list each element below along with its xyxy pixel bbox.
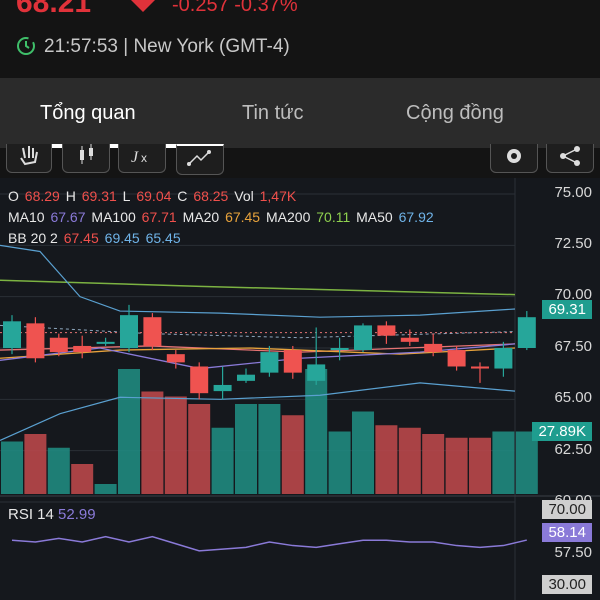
candle-body: [283, 350, 302, 373]
tab-news[interactable]: Tin tức: [242, 102, 304, 125]
bb-legend: BB 20 2 67.45 69.45 65.45: [8, 230, 181, 246]
axis-label-65: 65.00: [554, 389, 592, 406]
bb-mid-line: [0, 324, 516, 339]
volume-bar: [305, 369, 328, 494]
price-change: -0.257 -0.37%: [172, 0, 298, 16]
rsi-axis-57.5: 57.50: [554, 544, 592, 561]
rsi-axis-70: 70.00: [542, 500, 592, 519]
candle-body: [26, 323, 45, 359]
ma200-line: [0, 279, 516, 296]
rsi-legend: RSI 14 52.99: [8, 506, 96, 523]
tab-bar: Tổng quan Tin tức Cộng đồng: [0, 78, 600, 148]
rsi-badge: 58.14: [542, 523, 592, 542]
share-icon[interactable]: [546, 144, 594, 173]
bb-lower-line: [0, 382, 516, 441]
ohlc-legend: O 68.29 H 69.31 L 69.04 C 68.25 Vol 1,47…: [8, 188, 297, 204]
volume-bar: [235, 404, 257, 494]
candle-body: [166, 354, 185, 363]
candle-body: [213, 384, 232, 392]
volume-bar: [1, 441, 23, 494]
rsi-axis-30: 30.00: [542, 575, 592, 594]
volume-bar: [352, 411, 374, 494]
heart-icon[interactable]: [128, 0, 158, 14]
indicator-lines: [0, 244, 516, 441]
candle-body: [73, 345, 92, 353]
hand-icon[interactable]: [6, 144, 52, 173]
axis-label-62.5: 62.50: [554, 441, 592, 458]
axis-label-72.5: 72.50: [554, 235, 592, 252]
rsi-line: [11, 535, 527, 552]
volume-bar: [118, 369, 140, 494]
svg-text:J: J: [131, 149, 139, 166]
axis-label-75: 75.00: [554, 184, 592, 201]
candle-body: [447, 350, 466, 367]
volume-bar: [164, 396, 187, 494]
candle-body: [354, 325, 372, 351]
volume-bar: [469, 437, 491, 494]
candle-body: [307, 364, 326, 381]
volume-bar: [445, 437, 468, 494]
svg-text:x: x: [141, 151, 147, 165]
volume-bar: [141, 391, 164, 494]
tab-overview[interactable]: Tổng quan: [40, 102, 136, 125]
candle-body: [143, 317, 162, 346]
volume-bar: [24, 434, 47, 494]
volume-bar: [71, 464, 94, 494]
candle-body: [96, 341, 115, 344]
volume-bar: [398, 427, 421, 494]
candle-body: [517, 317, 536, 348]
quote-header: 68.21 -0.257 -0.37% 21:57:53 | New York …: [0, 0, 600, 78]
volume-bar: [328, 431, 351, 494]
volume-bar: [422, 434, 445, 494]
bb-upper-line: [0, 244, 516, 318]
rsi-panel: [11, 535, 527, 552]
candle-body: [377, 325, 396, 336]
clock-icon: [17, 37, 35, 55]
candle-body: [3, 321, 21, 348]
candle-body: [237, 374, 255, 381]
candle-body: [49, 337, 68, 353]
volume-bar: [281, 415, 304, 494]
volume-bars: [1, 369, 538, 494]
volume-bar: [492, 431, 515, 494]
candle-body: [424, 343, 443, 353]
market-time: 21:57:53 | New York (GMT-4): [44, 36, 290, 57]
volume-badge: 27.89K: [532, 422, 592, 441]
last-price: 68.21: [16, 0, 92, 19]
price-badge: 69.31: [542, 300, 592, 319]
function-icon[interactable]: Jx: [118, 144, 166, 173]
volume-bar: [47, 447, 70, 494]
volume-bar: [211, 427, 234, 494]
candle-body: [471, 366, 489, 369]
candle-body: [494, 348, 513, 369]
tab-community[interactable]: Cộng đồng: [406, 102, 504, 125]
candlestick-icon[interactable]: [62, 144, 110, 173]
chart-area[interactable]: O 68.29 H 69.31 L 69.04 C 68.25 Vol 1,47…: [0, 178, 600, 600]
candlesticks: [3, 304, 536, 400]
candle-body: [120, 315, 138, 348]
candle-body: [190, 366, 209, 394]
volume-bar: [375, 425, 398, 494]
drawing-icon[interactable]: [176, 144, 224, 175]
candle-body: [330, 348, 349, 351]
candle-body: [400, 337, 419, 342]
candle-body: [260, 352, 279, 373]
volume-bar: [188, 404, 211, 494]
axis-label-67.5: 67.50: [554, 338, 592, 355]
chart-toolbar: Jx: [0, 144, 600, 178]
settings-icon[interactable]: [490, 144, 538, 173]
volume-bar: [258, 404, 281, 494]
ma-legend: MA10 67.67 MA100 67.71 MA20 67.45 MA200 …: [8, 209, 434, 225]
volume-bar: [94, 484, 117, 494]
